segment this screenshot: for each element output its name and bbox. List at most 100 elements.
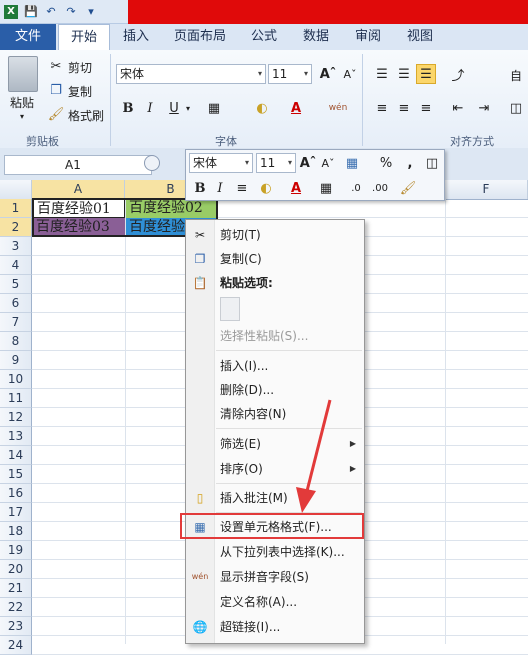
row-header-8[interactable]: 8 bbox=[0, 332, 32, 351]
tab-insert[interactable]: 插入 bbox=[114, 24, 158, 50]
format-painter-button[interactable]: 格式刷 bbox=[68, 107, 104, 124]
italic-button[interactable]: I bbox=[140, 98, 160, 118]
row-header-1[interactable]: 1 bbox=[0, 199, 32, 218]
row-header-15[interactable]: 15 bbox=[0, 465, 32, 484]
customize-icon[interactable]: ▾ bbox=[84, 5, 98, 19]
cell-a1[interactable]: 百度经验01 bbox=[33, 199, 125, 218]
shrink-font-icon[interactable]: Aˇ bbox=[318, 153, 338, 173]
row-header-2[interactable]: 2 bbox=[0, 218, 32, 237]
tab-page-layout[interactable]: 页面布局 bbox=[168, 24, 232, 50]
align-center-icon[interactable]: ≡ bbox=[394, 98, 414, 118]
menu-item-pick-from-list[interactable]: 从下拉列表中选择(K)... bbox=[186, 540, 364, 564]
bold-button[interactable]: B bbox=[118, 98, 138, 118]
font-color-icon[interactable]: A bbox=[286, 98, 306, 118]
menu-item-label: 定义名称(A)... bbox=[220, 595, 298, 609]
menu-item-hyperlink[interactable]: 🌐 超链接(I)... bbox=[186, 615, 364, 639]
paste-button[interactable]: 粘贴 bbox=[10, 94, 34, 111]
row-header-16[interactable]: 16 bbox=[0, 484, 32, 503]
grow-font-icon[interactable]: Aˆ bbox=[298, 153, 318, 173]
row-header-13[interactable]: 13 bbox=[0, 427, 32, 446]
menu-item-cut[interactable]: ✂ 剪切(T) bbox=[186, 223, 364, 247]
center-align-icon[interactable]: ≡ bbox=[232, 178, 252, 198]
percent-button[interactable]: % bbox=[376, 153, 396, 173]
menu-item-show-phonetic[interactable]: wén 显示拼音字段(S) bbox=[186, 565, 364, 589]
row-header-10[interactable]: 10 bbox=[0, 370, 32, 389]
font-name-select[interactable]: 宋体 ▾ bbox=[116, 64, 266, 84]
row-header-4[interactable]: 4 bbox=[0, 256, 32, 275]
paste-icon[interactable] bbox=[8, 56, 38, 92]
fill-color-icon[interactable]: ◐ bbox=[252, 98, 272, 118]
wrap-text-button[interactable]: 自 bbox=[510, 67, 522, 84]
align-right-icon[interactable]: ≡ bbox=[416, 98, 436, 118]
save-icon[interactable]: 💾 bbox=[24, 5, 38, 19]
copy-button[interactable]: 复制 bbox=[68, 83, 92, 100]
group-divider bbox=[362, 54, 363, 146]
format-painter-icon[interactable]: 🖌 bbox=[398, 178, 418, 198]
mini-bold-button[interactable]: B bbox=[190, 178, 210, 198]
row-header-21[interactable]: 21 bbox=[0, 579, 32, 598]
fill-color-icon[interactable]: ◐ bbox=[256, 178, 276, 198]
row-header-12[interactable]: 12 bbox=[0, 408, 32, 427]
grow-font-icon[interactable]: Aˆ bbox=[318, 64, 338, 84]
increase-decimal-icon[interactable]: .0 bbox=[346, 178, 366, 198]
column-header-f[interactable]: F bbox=[445, 180, 528, 199]
align-left-icon[interactable]: ≡ bbox=[372, 98, 392, 118]
name-box-dropdown-icon[interactable] bbox=[144, 155, 160, 171]
mini-font-size-select[interactable]: 11 ▾ bbox=[256, 153, 296, 173]
column-header-a[interactable]: A bbox=[32, 180, 125, 199]
row-header-7[interactable]: 7 bbox=[0, 313, 32, 332]
row-header-19[interactable]: 19 bbox=[0, 541, 32, 560]
name-box[interactable]: A1 bbox=[4, 155, 152, 175]
tab-review[interactable]: 审阅 bbox=[348, 24, 388, 50]
row-header-5[interactable]: 5 bbox=[0, 275, 32, 294]
row-header-23[interactable]: 23 bbox=[0, 617, 32, 636]
tab-formulas[interactable]: 公式 bbox=[244, 24, 284, 50]
row-header-14[interactable]: 14 bbox=[0, 446, 32, 465]
row-header-24[interactable]: 24 bbox=[0, 636, 32, 655]
row-header-11[interactable]: 11 bbox=[0, 389, 32, 408]
cell-b1[interactable]: 百度经验02 bbox=[126, 199, 217, 218]
decrease-indent-icon[interactable]: ⇤ bbox=[448, 98, 468, 118]
row-header-3[interactable]: 3 bbox=[0, 237, 32, 256]
row-header-6[interactable]: 6 bbox=[0, 294, 32, 313]
row-header-17[interactable]: 17 bbox=[0, 503, 32, 522]
mini-font-name-select[interactable]: 宋体 ▾ bbox=[189, 153, 253, 173]
phonetic-icon[interactable]: wén bbox=[328, 98, 348, 118]
align-middle-icon[interactable]: ☰ bbox=[394, 64, 414, 84]
align-bottom-icon[interactable]: ☰ bbox=[416, 64, 436, 84]
paste-option-icon[interactable] bbox=[220, 297, 240, 321]
cell-a2[interactable]: 百度经验03 bbox=[33, 218, 125, 237]
increase-indent-icon[interactable]: ⇥ bbox=[474, 98, 494, 118]
menu-item-copy[interactable]: ❐ 复制(C) bbox=[186, 247, 364, 271]
undo-icon[interactable]: ↶ bbox=[44, 5, 58, 19]
font-color-icon[interactable]: A bbox=[286, 178, 306, 198]
row-header-18[interactable]: 18 bbox=[0, 522, 32, 541]
redo-icon[interactable]: ↷ bbox=[64, 5, 78, 19]
cell-styles-icon[interactable]: ▦ bbox=[342, 153, 362, 173]
row-header-20[interactable]: 20 bbox=[0, 560, 32, 579]
row-header-22[interactable]: 22 bbox=[0, 598, 32, 617]
select-all-corner[interactable] bbox=[0, 180, 32, 199]
menu-item-insert[interactable]: 插入(I)... bbox=[186, 354, 364, 378]
tab-file[interactable]: 文件 bbox=[0, 24, 56, 50]
tab-view[interactable]: 视图 bbox=[400, 24, 440, 50]
tab-home[interactable]: 开始 bbox=[58, 24, 110, 50]
merge-center-icon[interactable]: ◫ bbox=[422, 153, 442, 173]
comma-button[interactable]: , bbox=[400, 153, 420, 173]
orientation-icon[interactable]: ⤴ bbox=[448, 64, 468, 84]
row-header-9[interactable]: 9 bbox=[0, 351, 32, 370]
chevron-down-icon: ▾ bbox=[186, 104, 191, 113]
menu-item-define-name[interactable]: 定义名称(A)... bbox=[186, 590, 364, 614]
mini-italic-button[interactable]: I bbox=[210, 178, 230, 198]
border-icon[interactable]: ▦ bbox=[204, 98, 224, 118]
merge-icon[interactable]: ◫ bbox=[506, 98, 526, 118]
decrease-decimal-icon[interactable]: .00 bbox=[370, 178, 390, 198]
tab-data[interactable]: 数据 bbox=[296, 24, 336, 50]
border-icon[interactable]: ▦ bbox=[316, 178, 336, 198]
font-size-select[interactable]: 11 ▾ bbox=[268, 64, 312, 84]
underline-button[interactable]: U bbox=[164, 98, 184, 118]
align-top-icon[interactable]: ☰ bbox=[372, 64, 392, 84]
cut-button[interactable]: 剪切 bbox=[68, 59, 92, 76]
font-size-value: 11 bbox=[272, 67, 288, 81]
shrink-font-icon[interactable]: Aˇ bbox=[340, 64, 360, 84]
